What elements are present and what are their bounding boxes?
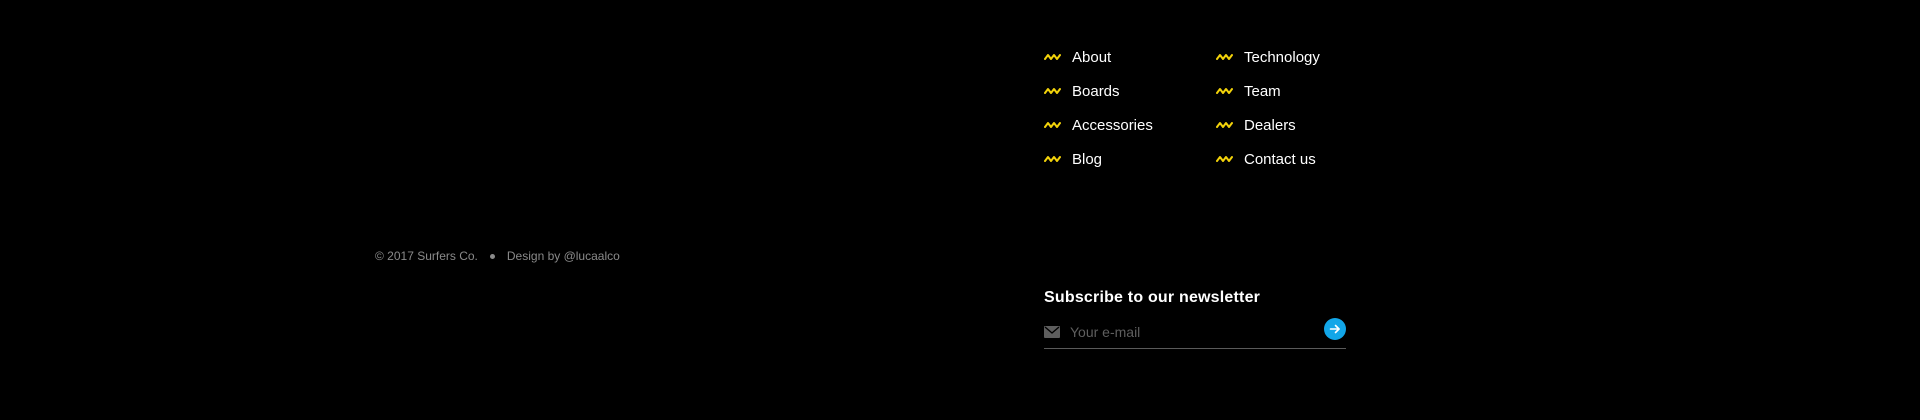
nav-item-boards[interactable]: Boards: [1044, 74, 1153, 108]
footer-nav-column-2: Technology Team Dealers Contact us: [1216, 40, 1320, 176]
nav-item-technology[interactable]: Technology: [1216, 40, 1320, 74]
nav-item-team[interactable]: Team: [1216, 74, 1320, 108]
nav-label: Contact us: [1244, 150, 1316, 168]
designer-credit-link[interactable]: Design by @lucaalco: [507, 249, 620, 263]
wave-icon: [1044, 156, 1061, 162]
arrow-right-icon: [1329, 324, 1340, 334]
wave-icon: [1216, 122, 1233, 128]
email-input[interactable]: [1070, 320, 1324, 344]
nav-label: Blog: [1072, 150, 1103, 168]
nav-label: About: [1072, 48, 1112, 66]
separator-dot: [489, 253, 495, 259]
wave-icon: [1044, 122, 1061, 128]
nav-label: Boards: [1072, 82, 1120, 100]
wave-icon: [1216, 54, 1233, 60]
mail-icon: [1044, 326, 1060, 338]
nav-label: Team: [1244, 82, 1281, 100]
copyright-text: © 2017 Surfers Co.: [375, 249, 478, 263]
nav-label: Dealers: [1244, 116, 1296, 134]
newsletter-form: [1044, 316, 1346, 349]
nav-label: Technology: [1244, 48, 1320, 66]
copyright-line: © 2017 Surfers Co. Design by @lucaalco: [375, 249, 620, 263]
nav-item-contact-us[interactable]: Contact us: [1216, 142, 1320, 176]
wave-icon: [1044, 54, 1061, 60]
subscribe-submit-button[interactable]: [1324, 318, 1346, 340]
wave-icon: [1216, 156, 1233, 162]
nav-item-about[interactable]: About: [1044, 40, 1153, 74]
footer-nav-column-1: About Boards Accessories Blog: [1044, 40, 1153, 176]
nav-label: Accessories: [1072, 116, 1153, 134]
wave-icon: [1044, 88, 1061, 94]
nav-item-accessories[interactable]: Accessories: [1044, 108, 1153, 142]
wave-icon: [1216, 88, 1233, 94]
nav-item-blog[interactable]: Blog: [1044, 142, 1153, 176]
site-footer: About Boards Accessories Blog Technology…: [0, 0, 1920, 420]
newsletter-title: Subscribe to our newsletter: [1044, 289, 1261, 306]
nav-item-dealers[interactable]: Dealers: [1216, 108, 1320, 142]
